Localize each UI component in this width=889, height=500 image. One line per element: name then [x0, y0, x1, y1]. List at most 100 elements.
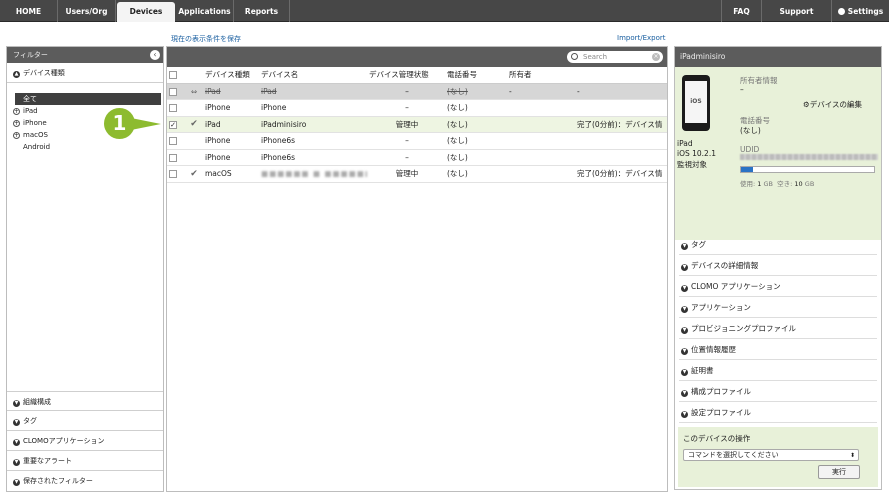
supervised-label: 監視対象 — [677, 160, 707, 169]
chevron-down-icon: ▼ — [681, 411, 688, 418]
cell-name: iPadminisiro — [259, 116, 367, 133]
command-select-value: コマンドを選択してください — [688, 451, 779, 459]
section-org[interactable]: ▼ 組織構成 — [7, 391, 163, 411]
table-row[interactable]: iPhone iPhone – (なし) — [167, 99, 667, 117]
section-clomo-application[interactable]: ▼ CLOMO アプリケーション — [679, 276, 877, 297]
device-type-label: macOS — [23, 131, 48, 139]
section-provisioning-profiles[interactable]: ▼ プロビジョニングプロファイル — [679, 318, 877, 339]
chevron-down-icon: ▼ — [13, 400, 20, 407]
collapse-icon[interactable]: ‹ — [150, 50, 160, 60]
cell-type: iPad — [203, 83, 259, 100]
device-screen: iOS — [685, 81, 707, 123]
cell-status: 管理中 — [367, 165, 445, 183]
section-settings-profiles[interactable]: ▼ 設定プロファイル — [679, 402, 877, 423]
section-device-details[interactable]: ▼ デバイスの詳細情報 — [679, 255, 877, 276]
section-configuration-profiles[interactable]: ▼ 構成プロファイル — [679, 381, 877, 402]
action-title: このデバイスの操作 — [683, 434, 751, 443]
command-select[interactable]: コマンドを選択してください ⬍ — [683, 449, 859, 461]
top-nav: HOME Users/Org Devices Applications Repo… — [0, 0, 889, 23]
chevron-down-icon: ▼ — [681, 348, 688, 355]
support-link[interactable]: Support — [761, 0, 831, 22]
cell-info: - — [575, 83, 667, 100]
callout-arrow — [131, 118, 161, 130]
cell-info — [575, 149, 667, 166]
filter-panel: フィルター ‹ ▲ デバイス種類 全て + iPad + iPhone + macOS … — [6, 46, 164, 492]
execute-button[interactable]: 実行 — [818, 465, 860, 479]
section-tag[interactable]: ▼ タグ — [7, 411, 163, 431]
cell-name: iPhone6s — [259, 132, 367, 150]
row-checkbox[interactable] — [169, 153, 177, 162]
row-checkbox[interactable] — [169, 137, 177, 146]
table-row[interactable]: ✔ macOS ■■■■■■ ■ ■■■■■■ 管理中 (なし) 完了(0分前)… — [167, 165, 667, 183]
cell-name: iPad — [259, 83, 367, 100]
cell-info: 完了(0分前)：デバイス情 — [575, 116, 667, 133]
section-certificates[interactable]: ▼ 証明書 — [679, 360, 877, 381]
section-saved-filters[interactable]: ▼ 保存されたフィルター — [7, 471, 163, 491]
col-phone[interactable]: 電話番号 — [445, 67, 507, 84]
table-row-selected[interactable]: ✓ ✔ iPad iPadminisiro 管理中 (なし) 完了(0分前)：デ… — [167, 116, 667, 133]
device-type-android[interactable]: Android — [7, 141, 163, 153]
row-checkbox-checked[interactable]: ✓ — [169, 120, 177, 129]
expand-icon[interactable]: + — [13, 108, 20, 115]
cell-status: – — [367, 132, 445, 150]
col-device-name[interactable]: デバイス名 — [259, 67, 367, 84]
table-row[interactable]: ⇔ iPad iPad – (なし) - - — [167, 83, 667, 100]
device-type-all[interactable]: 全て — [15, 93, 161, 105]
storage-text: 使用: 1 GB 空き: 10 GB — [740, 178, 814, 188]
section-label: タグ — [23, 417, 37, 425]
import-export-link[interactable]: Import/Export — [617, 34, 666, 42]
search-input[interactable]: Search × — [567, 51, 663, 63]
tab-users-org[interactable]: Users/Org — [58, 0, 116, 22]
chevron-down-icon: ▼ — [681, 306, 688, 313]
faq-link[interactable]: FAQ — [721, 0, 761, 22]
sub-bar: 現在の表示条件を保存 Import/Export — [0, 22, 889, 46]
clear-icon[interactable]: × — [652, 53, 660, 61]
cell-owner — [507, 132, 575, 150]
tab-applications[interactable]: Applications — [176, 0, 234, 22]
device-type-ipad[interactable]: + iPad — [7, 105, 163, 117]
table-row[interactable]: iPhone iPhone6s – (なし) — [167, 149, 667, 166]
cell-owner — [507, 165, 575, 183]
edit-device-link[interactable]: ⚙デバイスの編集 — [803, 99, 862, 110]
device-type-macos[interactable]: + macOS — [7, 129, 163, 141]
device-action-box: このデバイスの操作 コマンドを選択してください ⬍ 実行 — [678, 427, 878, 487]
section-location-history[interactable]: ▼ 位置情報履歴 — [679, 339, 877, 360]
udid-redacted — [740, 154, 878, 160]
section-clomo-apps[interactable]: ▼ CLOMOアプリケーション — [7, 431, 163, 451]
section-label: 構成プロファイル — [691, 387, 751, 396]
expand-icon[interactable]: + — [13, 132, 20, 139]
col-owner[interactable]: 所有者 — [507, 67, 575, 84]
table-row[interactable]: iPhone iPhone6s – (なし) — [167, 132, 667, 150]
search-placeholder: Search — [583, 53, 608, 61]
tab-home[interactable]: HOME — [0, 0, 58, 22]
os-version: iOS 10.2.1 — [677, 149, 716, 158]
cell-info — [575, 132, 667, 150]
device-table-panel: Search × デバイス種類 デバイス名 デバイス管理状態 電話番号 所有者 … — [166, 46, 668, 492]
select-all-checkbox[interactable] — [169, 71, 177, 80]
row-checkbox[interactable] — [169, 104, 177, 113]
tab-devices[interactable]: Devices — [117, 2, 175, 23]
expand-icon[interactable]: + — [13, 120, 20, 127]
cell-type: iPad — [203, 116, 259, 133]
row-checkbox[interactable] — [169, 87, 177, 96]
section-label: 証明書 — [691, 366, 714, 375]
settings-link[interactable]: Settings — [831, 0, 889, 22]
settings-label: Settings — [847, 7, 884, 16]
row-checkbox[interactable] — [169, 170, 177, 179]
cell-phone: (なし) — [445, 83, 507, 100]
section-alerts[interactable]: ▼ 重要なアラート — [7, 451, 163, 471]
section-label: 保存されたフィルター — [23, 477, 93, 485]
tab-reports[interactable]: Reports — [234, 0, 290, 22]
col-device-type[interactable]: デバイス種類 — [203, 67, 259, 84]
section-tags[interactable]: ▼ タグ — [679, 234, 877, 255]
cell-phone: (なし) — [445, 165, 507, 183]
save-filter-link[interactable]: 現在の表示条件を保存 — [171, 34, 241, 44]
cell-name-redacted: ■■■■■■ ■ ■■■■■■ — [259, 165, 367, 183]
cell-type: iPhone — [203, 99, 259, 117]
cell-type: iPhone — [203, 149, 259, 166]
col-management-status[interactable]: デバイス管理状態 — [367, 67, 445, 84]
detail-info: iOS iPad iOS 10.2.1 監視対象 所有者情報 – ⚙デバイスの編… — [675, 67, 881, 240]
section-label: 重要なアラート — [23, 457, 72, 465]
device-type-section[interactable]: ▲ デバイス種類 — [7, 63, 163, 83]
section-applications[interactable]: ▼ アプリケーション — [679, 297, 877, 318]
